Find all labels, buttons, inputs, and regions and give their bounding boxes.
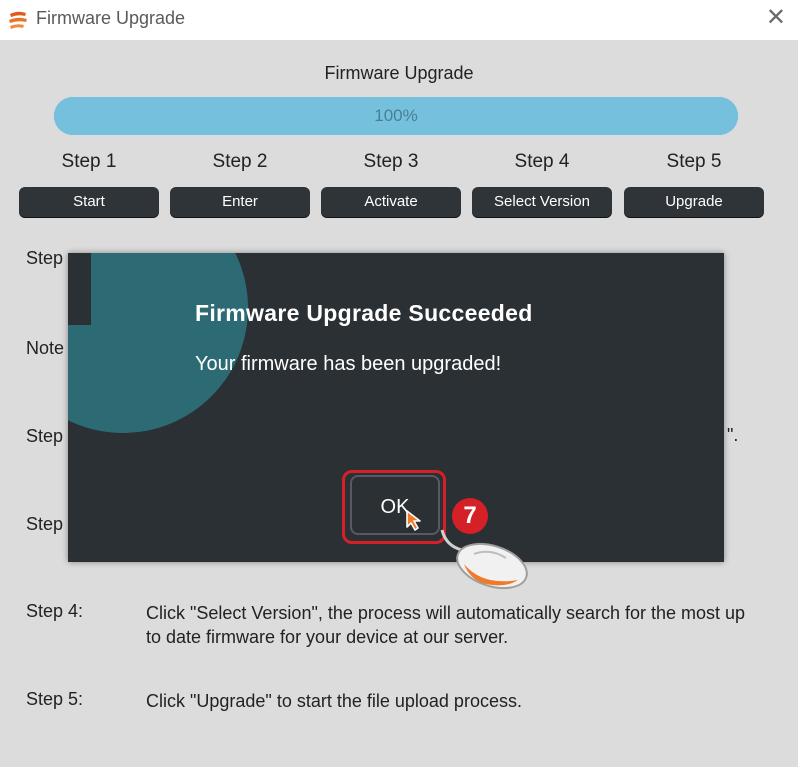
step-5-instruction-text: Click "Upgrade" to start the file upload… [146, 691, 522, 711]
title-bar: Firmware Upgrade ✕ [0, 0, 798, 40]
note-fragment: Note [26, 338, 65, 358]
start-button[interactable]: Start [19, 187, 159, 217]
info-icon [68, 253, 248, 433]
dialog-title: Firmware Upgrade Succeeded [195, 300, 533, 326]
select-version-button[interactable]: Select Version [472, 187, 612, 217]
pointer-cursor-icon [406, 510, 421, 531]
trailing-fragment: ". [727, 425, 739, 445]
step-4-instruction-label: Step 4: [26, 601, 84, 621]
step-2-fragment: Step [26, 426, 64, 446]
ok-highlight-frame [342, 470, 446, 544]
window-title: Firmware Upgrade [36, 8, 186, 28]
activate-button[interactable]: Activate [321, 187, 461, 217]
step-5-instruction-label: Step 5: [26, 689, 84, 709]
step-2-label: Step 2 [212, 151, 268, 172]
step-1-fragment: Step [26, 248, 64, 268]
close-icon[interactable]: ✕ [766, 4, 786, 32]
upgrade-button[interactable]: Upgrade [624, 187, 764, 217]
info-icon-bar [68, 253, 91, 325]
enter-button[interactable]: Enter [170, 187, 310, 217]
step-1-label: Step 1 [61, 151, 117, 172]
step-3-fragment: Step [26, 514, 64, 534]
page-title: Firmware Upgrade [324, 63, 474, 83]
step-5-label: Step 5 [666, 151, 722, 172]
progress-label: 100% [374, 106, 418, 125]
progress-bar: 100% [54, 97, 738, 135]
mouse-icon [440, 529, 528, 590]
step-3-label: Step 3 [363, 151, 419, 172]
step-4-instruction-text: Click "Select Version", the process will… [146, 603, 746, 647]
dialog-message: Your firmware has been upgraded! [195, 353, 502, 375]
step-4-label: Step 4 [514, 151, 570, 172]
app-logo-icon [9, 11, 27, 29]
